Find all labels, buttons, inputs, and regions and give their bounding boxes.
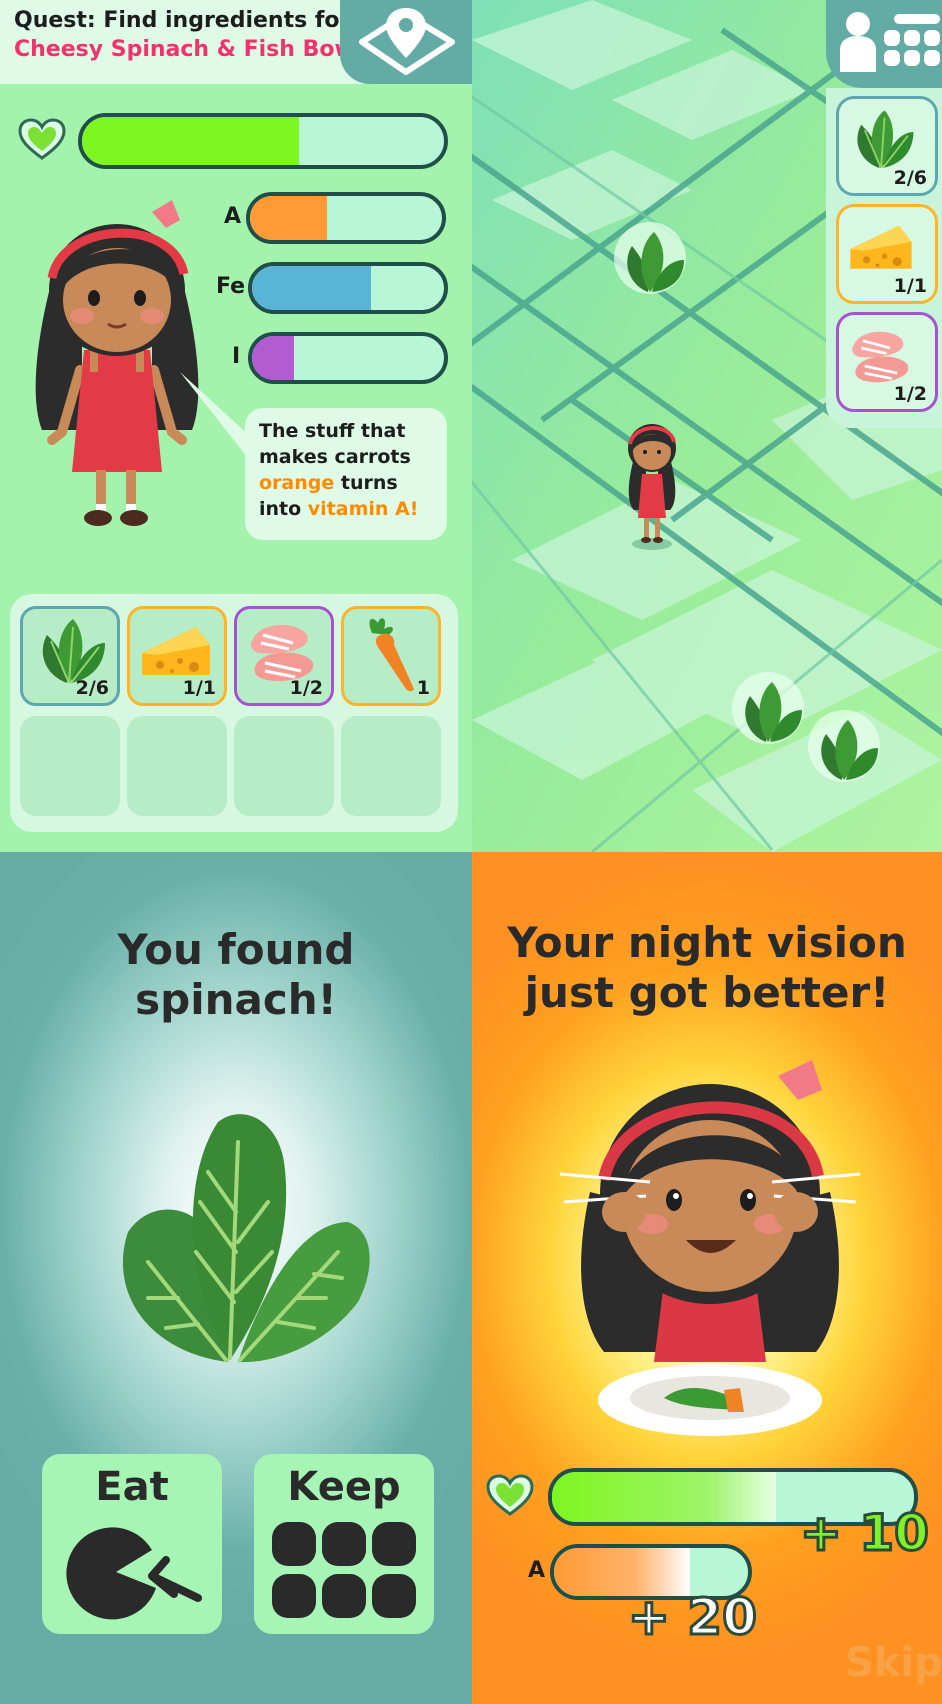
happy-girl-eating xyxy=(560,1060,860,1436)
inventory-count: 2/6 xyxy=(75,677,109,699)
inventory-slot-cheese[interactable]: 1/1 xyxy=(127,606,227,706)
sidebar-count: 1/1 xyxy=(893,275,927,297)
person-icon xyxy=(840,12,876,72)
grid-menu-icon xyxy=(884,14,940,66)
spinach-map-marker[interactable] xyxy=(808,710,880,782)
sidebar-item-fish[interactable]: 1/2 xyxy=(836,312,938,412)
inventory-slot-empty[interactable] xyxy=(234,716,334,816)
tip-line3-rest: turns xyxy=(334,472,398,494)
keep-button-label: Keep xyxy=(287,1464,401,1510)
inventory-slot-fish[interactable]: 1/2 xyxy=(234,606,334,706)
iodine-bar xyxy=(248,332,448,384)
tip-line3: orange turns xyxy=(259,470,433,496)
spinach-leaves-icon xyxy=(122,1114,370,1363)
health-bar xyxy=(78,113,448,169)
keep-grid-icon xyxy=(272,1522,416,1618)
skip-button[interactable]: Skip xyxy=(845,1640,942,1686)
profile-menu-button[interactable] xyxy=(826,0,942,88)
sidebar-item-spinach[interactable]: 2/6 xyxy=(836,96,938,196)
heart-icon xyxy=(18,118,66,160)
iodine-bar-fill xyxy=(252,336,295,380)
vitamin-a-bar xyxy=(246,192,446,244)
map-pin-icon xyxy=(359,8,455,75)
quest-prefix: Quest: Find ingredients for xyxy=(14,8,351,33)
found-title-line1: You found xyxy=(117,925,355,974)
tip-line1: The stuff that xyxy=(259,420,406,442)
sidebar-count: 2/6 xyxy=(893,167,927,189)
vitamin-a-bar-fill xyxy=(250,196,327,240)
eat-mouth-icon xyxy=(66,1527,202,1620)
result-vitamin-a-label: A xyxy=(528,1558,546,1583)
inventory-count: 1 xyxy=(416,677,430,699)
collected-items-sidebar: 2/6 1/1 1/2 xyxy=(826,88,942,428)
map-panel: 2/6 1/1 1/2 xyxy=(472,0,942,852)
inventory-count: 1/1 xyxy=(182,677,216,699)
tip-line2: makes carrots xyxy=(259,446,411,468)
tip-highlight-orange: orange xyxy=(259,472,335,494)
iron-bar-fill xyxy=(252,266,372,310)
iron-bar xyxy=(248,262,448,314)
tip-speech-bubble: The stuff that makes carrots orange turn… xyxy=(245,408,447,540)
inventory-slot-carrot[interactable]: 1 xyxy=(341,606,441,706)
vitamin-a-label: A xyxy=(224,204,242,229)
heart-icon xyxy=(486,1474,534,1516)
health-gain-text: + 10 xyxy=(799,1503,931,1564)
eat-button[interactable]: Eat xyxy=(42,1454,222,1634)
speech-bubble-tail xyxy=(180,372,252,458)
vitamin-a-gain-text: + 20 xyxy=(627,1587,759,1648)
inventory-slot-empty[interactable] xyxy=(127,716,227,816)
result-health-bar-fill xyxy=(552,1472,777,1522)
found-title-line2: spinach! xyxy=(135,975,337,1024)
health-bar-fill xyxy=(82,117,300,165)
inventory-slot-empty[interactable] xyxy=(20,716,120,816)
tip-highlight-vitamin: vitamin A! xyxy=(307,498,419,520)
result-title-line2: just got better! xyxy=(524,968,890,1017)
quest-recipe: Cheesy Spinach & Fish Bowl xyxy=(14,37,363,62)
keep-button[interactable]: Keep xyxy=(254,1454,434,1634)
iron-label: Fe xyxy=(216,274,246,299)
tip-line4: into vitamin A! xyxy=(259,496,433,522)
eat-button-label: Eat xyxy=(95,1464,169,1510)
iodine-label: I xyxy=(232,344,241,369)
tip-line4-pre: into xyxy=(259,498,308,520)
sidebar-item-cheese[interactable]: 1/1 xyxy=(836,204,938,304)
inventory-grid: 2/6 1/1 1/2 1 xyxy=(10,594,458,832)
found-panel: You found spinach! Eat Keep xyxy=(0,852,472,1704)
inventory-count: 1/2 xyxy=(289,677,323,699)
spinach-map-marker[interactable] xyxy=(614,222,686,294)
map-button[interactable] xyxy=(340,0,472,84)
inventory-slot-spinach[interactable]: 2/6 xyxy=(20,606,120,706)
result-title-line1: Your night vision xyxy=(507,918,907,967)
quest-panel: Quest: Find ingredients for Cheesy Spina… xyxy=(0,0,472,852)
spinach-map-marker[interactable] xyxy=(732,672,804,744)
sidebar-count: 1/2 xyxy=(893,383,927,405)
inventory-slot-empty[interactable] xyxy=(341,716,441,816)
